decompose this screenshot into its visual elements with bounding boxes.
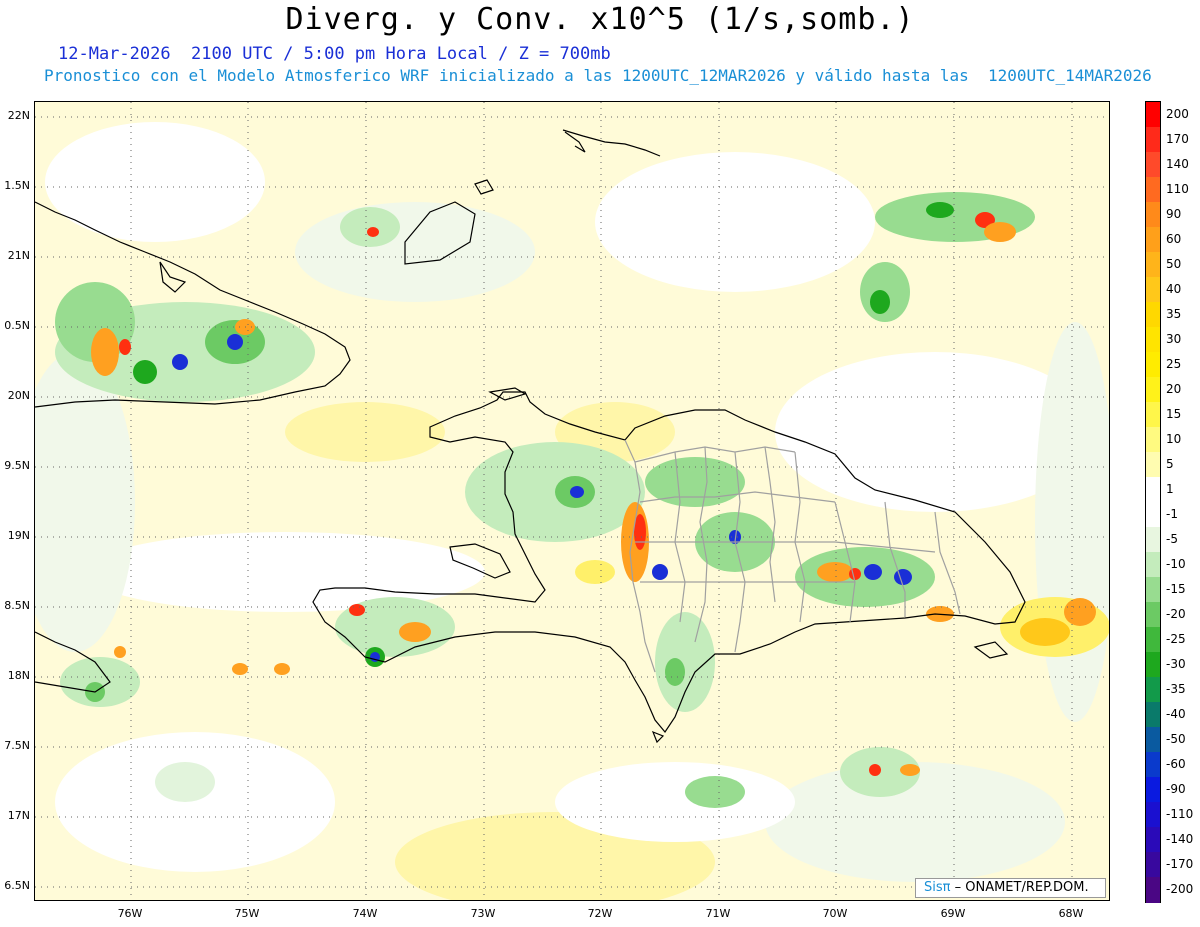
colorbar-segment xyxy=(1146,252,1160,278)
colorbar-segment xyxy=(1146,577,1160,603)
colorbar-label: 90 xyxy=(1166,206,1182,221)
colorbar-label: -60 xyxy=(1166,756,1186,771)
colorbar-segment xyxy=(1146,827,1160,853)
colorbar-segment xyxy=(1146,177,1160,203)
colorbar-segment xyxy=(1146,327,1160,353)
colorbar-label: -40 xyxy=(1166,706,1186,721)
colorbar-label: -200 xyxy=(1166,881,1194,896)
lon-label: 75W xyxy=(234,907,260,920)
colorbar-label: 1 xyxy=(1166,481,1174,496)
lat-label: 20N xyxy=(7,389,30,402)
colorbar-label: 140 xyxy=(1166,156,1189,171)
colorbar-segment xyxy=(1146,727,1160,753)
colorbar-label: -1 xyxy=(1166,506,1178,521)
colorbar-segment xyxy=(1146,677,1160,703)
colorbar-label: -10 xyxy=(1166,556,1186,571)
lon-label: 70W xyxy=(822,907,848,920)
colorbar-label: -15 xyxy=(1166,581,1186,596)
colorbar-segment xyxy=(1146,877,1160,903)
colorbar-segment xyxy=(1146,752,1160,778)
colorbar-label: -5 xyxy=(1166,531,1178,546)
colorbar-label: -35 xyxy=(1166,681,1186,696)
colorbar xyxy=(1145,101,1161,903)
colorbar-label: 20 xyxy=(1166,381,1182,396)
colorbar-segment xyxy=(1146,102,1160,128)
colorbar-label: -30 xyxy=(1166,656,1186,671)
sispi-logo: Sisπ xyxy=(924,880,951,895)
colorbar-label: 60 xyxy=(1166,231,1182,246)
valid-time-line: 12-Mar-2026 2100 UTC / 5:00 pm Hora Loca… xyxy=(58,44,611,64)
colorbar-segment xyxy=(1146,127,1160,153)
lon-label: 71W xyxy=(705,907,731,920)
lon-label: 76W xyxy=(117,907,143,920)
colorbar-label: 40 xyxy=(1166,281,1182,296)
colorbar-segment xyxy=(1146,352,1160,378)
colorbar-label: 35 xyxy=(1166,306,1182,321)
colorbar-segment xyxy=(1146,402,1160,428)
colorbar-label: 10 xyxy=(1166,431,1182,446)
colorbar-segment xyxy=(1146,552,1160,578)
colorbar-label: 25 xyxy=(1166,356,1182,371)
colorbar-label: -20 xyxy=(1166,606,1186,621)
lon-label: 74W xyxy=(352,907,378,920)
colorbar-segment xyxy=(1146,852,1160,878)
model-info-line: Pronostico con el Modelo Atmosferico WRF… xyxy=(44,66,1152,85)
lon-label: 68W xyxy=(1058,907,1084,920)
colorbar-segment xyxy=(1146,302,1160,328)
colorbar-segment xyxy=(1146,452,1160,478)
colorbar-segment xyxy=(1146,627,1160,653)
chart-title: Diverg. y Conv. x10^5 (1/s,somb.) xyxy=(285,2,915,37)
colorbar-segment xyxy=(1146,277,1160,303)
colorbar-label: 15 xyxy=(1166,406,1182,421)
map-panel xyxy=(34,101,1110,901)
colorbar-segment xyxy=(1146,227,1160,253)
colorbar-label: 50 xyxy=(1166,256,1182,271)
colorbar-segment xyxy=(1146,802,1160,828)
colorbar-segment xyxy=(1146,427,1160,453)
lat-label: 22N xyxy=(7,109,30,122)
colorbar-segment xyxy=(1146,652,1160,678)
colorbar-segment xyxy=(1146,152,1160,178)
map-svg xyxy=(35,102,1109,900)
lat-label: 19N xyxy=(7,529,30,542)
colorbar-segment xyxy=(1146,602,1160,628)
lat-label: 18N xyxy=(7,669,30,682)
colorbar-label: -50 xyxy=(1166,731,1186,746)
credit-box: Sisπ – ONAMET/REP.DOM. xyxy=(915,878,1106,898)
colorbar-label: 30 xyxy=(1166,331,1182,346)
colorbar-segment xyxy=(1146,502,1160,528)
colorbar-segment xyxy=(1146,777,1160,803)
colorbar-label: -90 xyxy=(1166,781,1186,796)
colorbar-segment xyxy=(1146,202,1160,228)
colorbar-label: -110 xyxy=(1166,806,1194,821)
colorbar-segment xyxy=(1146,477,1160,503)
lat-label: 1.5N xyxy=(4,179,30,192)
colorbar-label: -170 xyxy=(1166,856,1194,871)
lon-label: 73W xyxy=(470,907,496,920)
lon-label: 72W xyxy=(587,907,613,920)
colorbar-label: -140 xyxy=(1166,831,1194,846)
colorbar-label: 110 xyxy=(1166,181,1189,196)
lon-label: 69W xyxy=(940,907,966,920)
lat-label: 17N xyxy=(7,809,30,822)
lat-label: 9.5N xyxy=(4,459,30,472)
lat-label: 0.5N xyxy=(4,319,30,332)
colorbar-segment xyxy=(1146,702,1160,728)
colorbar-segment xyxy=(1146,527,1160,553)
colorbar-segment xyxy=(1146,377,1160,403)
colorbar-label: 5 xyxy=(1166,456,1174,471)
colorbar-label: -25 xyxy=(1166,631,1186,646)
lat-label: 7.5N xyxy=(4,739,30,752)
lat-label: 6.5N xyxy=(4,879,30,892)
colorbar-label: 170 xyxy=(1166,131,1189,146)
lat-label: 21N xyxy=(7,249,30,262)
credit-org: – ONAMET/REP.DOM. xyxy=(954,880,1089,895)
lat-label: 8.5N xyxy=(4,599,30,612)
colorbar-label: 200 xyxy=(1166,106,1189,121)
